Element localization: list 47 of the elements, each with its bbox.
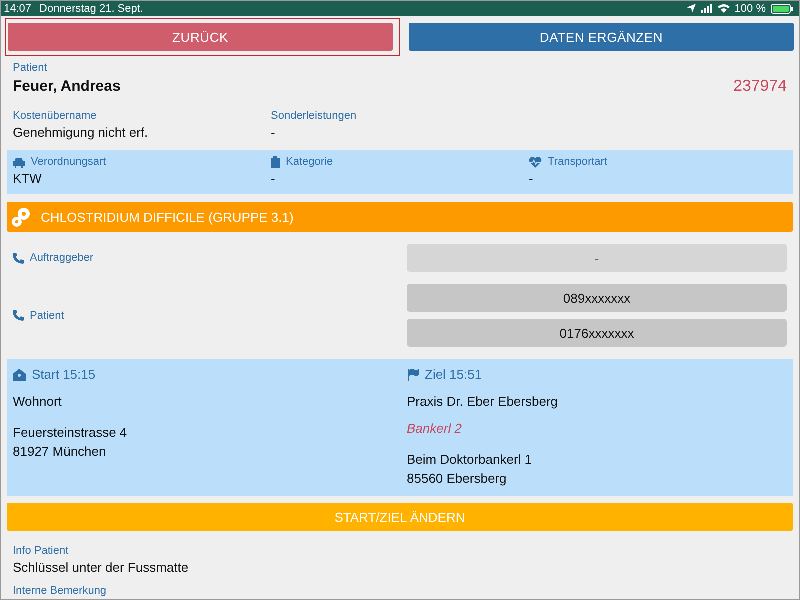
field-value: Schlüssel unter der Fussmatte xyxy=(13,560,190,575)
heartbeat-icon xyxy=(529,156,542,168)
infection-banner: CHLOSTRIDIUM DIFFICILE (GRUPPE 3.1) xyxy=(7,202,793,232)
battery-percent: 100 % xyxy=(734,2,766,14)
back-button[interactable]: ZURÜCK xyxy=(8,23,393,51)
status-date: Donnerstag 21. Sept. xyxy=(40,2,144,14)
place-note: Bankerl 2 xyxy=(407,421,463,436)
gears-icon xyxy=(11,206,33,228)
field-label: Auftraggeber xyxy=(30,252,94,264)
place-name: Praxis Dr. Eber Ebersberg xyxy=(407,394,560,409)
field-label: Kategorie xyxy=(286,156,334,168)
address-line: 85560 Ebersberg xyxy=(407,470,508,488)
field-label: Transportart xyxy=(548,156,608,168)
field-label: Info Patient xyxy=(13,545,70,557)
patient-number: 237974 xyxy=(734,78,787,96)
clipboard-icon xyxy=(271,156,280,168)
phone-number-button[interactable]: 0176xxxxxxx xyxy=(407,319,787,347)
address-line: Feuersteinstrasse 4 xyxy=(13,424,128,442)
home-icon xyxy=(13,368,26,380)
field-value: - xyxy=(271,171,276,186)
flag-icon xyxy=(407,368,419,380)
field-value: - xyxy=(271,125,276,140)
phone-icon xyxy=(13,252,24,264)
route-heading: Start 15:15 xyxy=(32,367,96,382)
signal-icon xyxy=(700,4,713,13)
field-label: Sonderleistungen xyxy=(271,110,358,122)
patient-name: Feuer, Andreas xyxy=(13,78,121,96)
wifi-icon xyxy=(718,4,730,13)
complete-data-button[interactable]: DATEN ERGÄNZEN xyxy=(409,23,794,51)
field-label: Patient xyxy=(30,310,64,322)
place-name: Wohnort xyxy=(13,394,63,409)
location-icon xyxy=(686,4,696,13)
field-label: Patient xyxy=(13,62,48,74)
address-line: 81927 München xyxy=(13,443,108,461)
clock-time: 14:07 xyxy=(4,2,32,14)
battery-icon xyxy=(771,4,793,14)
field-value: KTW xyxy=(13,171,43,186)
address-line: Beim Doktorbankerl 1 xyxy=(407,451,533,469)
field-label: Verordnungsart xyxy=(31,156,106,168)
field-value: - xyxy=(529,171,534,186)
phone-number-button[interactable]: 089xxxxxxx xyxy=(407,284,787,312)
route-heading: Ziel 15:51 xyxy=(425,367,482,382)
field-label: Kostenübername xyxy=(13,110,98,122)
phone-icon xyxy=(13,310,24,321)
field-label: Interne Bemerkung xyxy=(13,585,108,597)
field-value: Genehmigung nicht erf. xyxy=(13,125,150,140)
car-icon xyxy=(13,156,25,168)
